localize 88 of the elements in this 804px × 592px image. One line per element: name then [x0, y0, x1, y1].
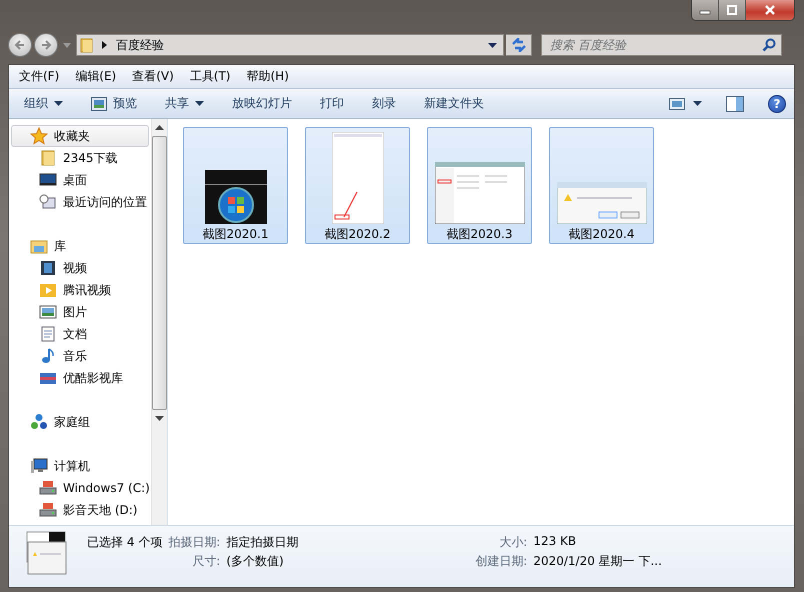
player-icon [39, 282, 57, 298]
search-field[interactable]: 搜索 百度经验 [541, 34, 782, 56]
nav-group-item[interactable]: 家庭组 [11, 411, 149, 433]
nav-item[interactable]: Windows7 (C:) [9, 477, 151, 499]
drive-icon [39, 480, 57, 496]
property-value: 123 KB [533, 534, 578, 550]
address-bar[interactable]: 百度经验 [76, 34, 504, 56]
file-tile[interactable]: 截图2020.3 [427, 127, 532, 244]
selection-summary: 已选择 4 个项 [87, 534, 162, 551]
toolbar-button[interactable]: 组织 [17, 92, 70, 115]
stacked-thumbnails-icon [25, 530, 69, 576]
property-label: 大小: [498, 534, 528, 551]
nav-group-item[interactable]: 收藏夹 [11, 125, 149, 147]
scroll-down-icon[interactable] [155, 416, 164, 421]
file-tile[interactable]: 截图2020.2 [305, 127, 410, 244]
star-icon [30, 127, 48, 145]
view-icon [669, 98, 685, 110]
menu-item[interactable]: 帮助(H) [238, 68, 297, 85]
menu-item[interactable]: 编辑(E) [67, 68, 124, 85]
menu-item[interactable]: 文件(F) [11, 68, 68, 85]
nav-item[interactable]: 腾讯视频 [9, 279, 151, 301]
homegroup-icon [30, 413, 48, 431]
file-tile[interactable]: 截图2020.4 [549, 127, 654, 244]
search-icon[interactable] [762, 38, 776, 52]
menu-item[interactable]: 查看(V) [124, 68, 182, 85]
breadcrumb-item[interactable]: 百度经验 [116, 36, 164, 54]
nav-item[interactable]: 2345下载 [9, 147, 151, 169]
property-label: 创建日期: [474, 553, 528, 570]
file-name: 截图2020.1 [202, 226, 268, 243]
file-name: 截图2020.2 [324, 226, 390, 243]
folder-icon [39, 150, 57, 166]
dropdown-caret-icon[interactable] [488, 42, 497, 48]
maximize-icon [725, 5, 739, 15]
breadcrumb-arrow-icon[interactable] [102, 41, 108, 49]
file-name: 截图2020.4 [568, 226, 634, 243]
maximize-button[interactable] [719, 0, 746, 20]
property-label: 拍摄日期: [168, 534, 220, 551]
back-arrow-icon [14, 39, 26, 51]
refresh-icon [510, 38, 526, 52]
recent-icon [39, 194, 57, 210]
file-name: 截图2020.3 [446, 226, 512, 243]
nav-group-item[interactable]: 库 [11, 235, 149, 257]
caret-icon [693, 101, 702, 106]
minimize-button[interactable] [692, 0, 719, 20]
nav-item[interactable]: 最近访问的位置 [9, 191, 151, 213]
pane-icon [726, 96, 744, 112]
close-button[interactable] [746, 0, 794, 20]
nav-item[interactable]: 文档 [9, 323, 151, 345]
property-value: (多个数值) [226, 553, 285, 570]
nav-group-item[interactable]: 计算机 [11, 455, 149, 477]
toolbar-button[interactable]: 打印 [313, 92, 351, 115]
property-value: 2020/1/20 星期一 下... [533, 553, 662, 570]
back-button[interactable] [8, 33, 32, 57]
nav-item[interactable]: 优酷影视库 [9, 367, 151, 389]
video-icon [39, 260, 57, 276]
thumbnail-image [204, 170, 266, 224]
nav-item[interactable]: 音乐 [9, 345, 151, 367]
computer-icon [30, 457, 48, 475]
nav-item[interactable]: 视频 [9, 257, 151, 279]
nav-item[interactable]: 图片 [9, 301, 151, 323]
media-icon [39, 370, 57, 386]
music-icon [39, 348, 57, 364]
toolbar-button[interactable]: 刻录 [365, 92, 403, 115]
folder-icon [80, 37, 94, 53]
scrollbar[interactable] [151, 119, 167, 525]
caret-icon [195, 101, 204, 106]
nav-item[interactable]: 桌面 [9, 169, 151, 191]
toolbar-button[interactable]: 新建文件夹 [417, 92, 491, 115]
refresh-button[interactable] [506, 34, 532, 56]
picture-icon [39, 304, 57, 320]
desktop-icon [39, 172, 57, 188]
forward-button[interactable] [34, 33, 58, 57]
property-label: 尺寸: [191, 553, 220, 570]
drive-icon [39, 502, 57, 518]
menu-item[interactable]: 工具(T) [182, 68, 238, 85]
forward-arrow-icon [40, 39, 52, 51]
help-button[interactable]: ? [768, 94, 786, 112]
preview-icon [91, 96, 107, 110]
file-tile[interactable]: 截图2020.1 [183, 127, 288, 244]
toolbar-button[interactable]: 放映幻灯片 [225, 92, 299, 115]
close-icon [763, 5, 777, 15]
caret-icon [54, 101, 63, 106]
property-value: 指定拍摄日期 [226, 534, 300, 551]
document-icon [39, 326, 57, 342]
nav-item[interactable]: 影音天地 (D:) [9, 499, 151, 521]
scroll-up-icon[interactable] [155, 125, 164, 130]
toolbar-button[interactable]: 预览 [84, 92, 144, 115]
toolbar-button[interactable]: 共享 [158, 92, 211, 115]
